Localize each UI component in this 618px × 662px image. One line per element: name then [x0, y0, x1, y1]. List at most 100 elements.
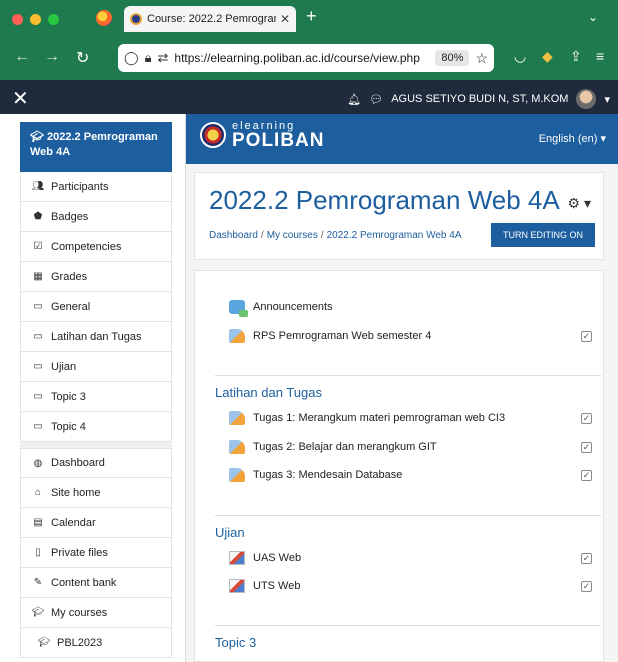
activity-name[interactable]: Tugas 2: Belajar dan merangkum GIT	[253, 441, 437, 453]
completion-checkbox[interactable]: ✓	[581, 331, 592, 342]
folder-icon: ▭	[33, 301, 43, 312]
drawer-item-label: Topic 4	[51, 420, 86, 433]
drawer-item-label: Site home	[51, 486, 101, 499]
main-region: elearning POLIBAN English (en) ▾ 2022.2 …	[186, 114, 618, 662]
url-text[interactable]: https://elearning.poliban.ac.id/course/v…	[174, 51, 429, 65]
completion-checkbox[interactable]: ✓	[581, 581, 592, 592]
dashboard-icon: ◍	[33, 457, 43, 469]
lock-icon[interactable]: 🔒︎	[145, 50, 152, 66]
breadcrumb-my-courses[interactable]: My courses	[267, 230, 318, 241]
drawer-item-topic-4[interactable]: ▭ Topic 4	[20, 412, 172, 442]
activity-rps[interactable]: RPS Pemrograman Web semester 4	[229, 326, 431, 346]
site-banner: elearning POLIBAN English (en) ▾	[186, 114, 618, 164]
drawer-item-pbl2023[interactable]: 🎓︎ PBL2023	[20, 628, 172, 658]
messages-icon[interactable]: 💬︎	[369, 93, 383, 106]
drawer-item-grades[interactable]: ▦ Grades	[20, 262, 172, 292]
activity-uas-web[interactable]: UAS Web	[229, 548, 301, 568]
browser-nav-bar: ← → ↻ ◯ 🔒︎ ⇄ https://elearning.poliban.a…	[0, 36, 618, 80]
activity-tugas-2[interactable]: Tugas 2: Belajar dan merangkum GIT	[229, 437, 437, 457]
drawer-item-participants[interactable]: 👥︎ Participants	[20, 172, 172, 202]
notification-bell-icon[interactable]: 🔔︎	[347, 93, 361, 106]
user-name[interactable]: AGUS SETIYO BUDI N, ST, M.KOM	[391, 93, 568, 105]
competency-icon: ☑	[33, 241, 43, 252]
window-close-button[interactable]	[12, 14, 23, 25]
drawer-item-topic-3[interactable]: ▭ Topic 3	[20, 382, 172, 412]
gear-icon[interactable]: ⚙ ▾	[568, 195, 591, 212]
users-icon: 👥︎	[31, 181, 45, 192]
activity-name[interactable]: Announcements	[253, 301, 333, 313]
activity-name[interactable]: UAS Web	[253, 552, 301, 564]
window-zoom-button[interactable]	[48, 14, 59, 25]
drawer-item-content-bank[interactable]: ✎ Content bank	[20, 568, 172, 598]
activity-announcements[interactable]: Announcements	[229, 297, 333, 317]
drawer-item-my-courses[interactable]: 🎓︎ My courses	[20, 598, 172, 628]
extension-icon[interactable]: ◆	[542, 48, 553, 65]
firefox-icon	[96, 10, 112, 26]
drawer-item-label: Private files	[51, 546, 108, 559]
bookmark-star-icon[interactable]: ☆	[475, 50, 488, 67]
drawer-item-label: Content bank	[51, 576, 117, 589]
breadcrumb-dashboard[interactable]: Dashboard	[209, 230, 258, 241]
address-bar[interactable]: ◯ 🔒︎ ⇄ https://elearning.poliban.ac.id/c…	[118, 44, 494, 72]
section-title-topic-3[interactable]: Topic 3	[215, 635, 256, 650]
new-tab-button[interactable]: +	[306, 6, 317, 27]
completion-checkbox[interactable]: ✓	[581, 442, 592, 453]
completion-checkbox[interactable]: ✓	[581, 413, 592, 424]
activity-name[interactable]: Tugas 1: Merangkum materi pemrograman we…	[253, 412, 505, 424]
tab-list-chevron-icon[interactable]: ⌄	[588, 10, 598, 24]
reload-icon[interactable]: ↻	[76, 48, 89, 68]
file-icon: ▯	[35, 547, 41, 558]
window-minimize-button[interactable]	[30, 14, 41, 25]
tab-close-icon[interactable]: ✕	[280, 12, 290, 26]
breadcrumb-course[interactable]: 2022.2 Pemrograman Web 4A	[327, 230, 462, 241]
user-menu-chevron-icon[interactable]: ▾	[604, 93, 610, 106]
activity-name[interactable]: Tugas 3: Mendesain Database	[253, 469, 402, 481]
badge-icon: ⬟	[33, 211, 43, 222]
zoom-level-badge[interactable]: 80%	[435, 50, 470, 66]
drawer-item-calendar[interactable]: ▤ Calendar	[20, 508, 172, 538]
section-title-latihan[interactable]: Latihan dan Tugas	[215, 385, 322, 400]
drawer-item-private-files[interactable]: ▯ Private files	[20, 538, 172, 568]
tab-title: Course: 2022.2 Pemrograman W	[147, 13, 276, 25]
close-drawer-icon[interactable]: ✕	[12, 86, 29, 111]
drawer-course-link[interactable]: 🎓︎ 2022.2 Pemrograman Web 4A	[20, 122, 172, 172]
drawer-item-general[interactable]: ▭ General	[20, 292, 172, 322]
drawer-item-label: General	[51, 300, 91, 313]
calendar-icon: ▤	[33, 517, 43, 528]
activity-uts-web[interactable]: UTS Web	[229, 576, 300, 596]
permissions-icon[interactable]: ⇄	[157, 50, 168, 66]
back-arrow-icon[interactable]: ←	[14, 48, 30, 66]
quiz-icon	[229, 551, 245, 565]
site-favicon-icon	[130, 13, 142, 25]
logo-text-big[interactable]: POLIBAN	[232, 130, 325, 152]
forum-icon	[229, 300, 248, 317]
turn-editing-on-button[interactable]: TURN EDITING ON	[491, 223, 595, 247]
drawer-item-dashboard[interactable]: ◍ Dashboard	[20, 448, 172, 478]
completion-checkbox[interactable]: ✓	[581, 470, 592, 481]
activity-tugas-3[interactable]: Tugas 3: Mendesain Database	[229, 465, 402, 485]
share-icon[interactable]: ⇪	[570, 48, 582, 65]
activity-name[interactable]: UTS Web	[253, 580, 300, 592]
drawer-item-ujian[interactable]: ▭ Ujian	[20, 352, 172, 382]
pocket-icon[interactable]: ◡	[514, 48, 526, 65]
menu-hamburger-icon[interactable]: ≡	[596, 48, 604, 64]
section-title-ujian[interactable]: Ujian	[215, 525, 245, 540]
quiz-icon	[229, 579, 245, 593]
shield-icon[interactable]: ◯	[124, 50, 139, 66]
drawer-item-label: Ujian	[51, 360, 77, 373]
activity-tugas-1[interactable]: Tugas 1: Merangkum materi pemrograman we…	[229, 408, 505, 428]
drawer-item-badges[interactable]: ⬟ Badges	[20, 202, 172, 232]
drawer-item-site-home[interactable]: ⌂ Site home	[20, 478, 172, 508]
completion-checkbox[interactable]: ✓	[581, 553, 592, 564]
chevron-down-icon: ▾	[600, 133, 606, 145]
browser-tab-active[interactable]: Course: 2022.2 Pemrograman W ✕	[124, 6, 296, 32]
drawer-item-latihan-dan-tugas[interactable]: ▭ Latihan dan Tugas	[20, 322, 172, 352]
file-resource-icon	[229, 440, 245, 454]
avatar[interactable]	[576, 89, 597, 109]
drawer-item-competencies[interactable]: ☑ Competencies	[20, 232, 172, 262]
poliban-logo-icon[interactable]	[200, 122, 226, 148]
activity-name[interactable]: RPS Pemrograman Web semester 4	[253, 330, 431, 342]
forward-arrow-icon[interactable]: →	[44, 48, 60, 66]
site-navbar: ✕ 🔔︎ 💬︎ AGUS SETIYO BUDI N, ST, M.KOM ▾	[0, 80, 618, 114]
language-menu[interactable]: English (en) ▾	[539, 132, 606, 145]
